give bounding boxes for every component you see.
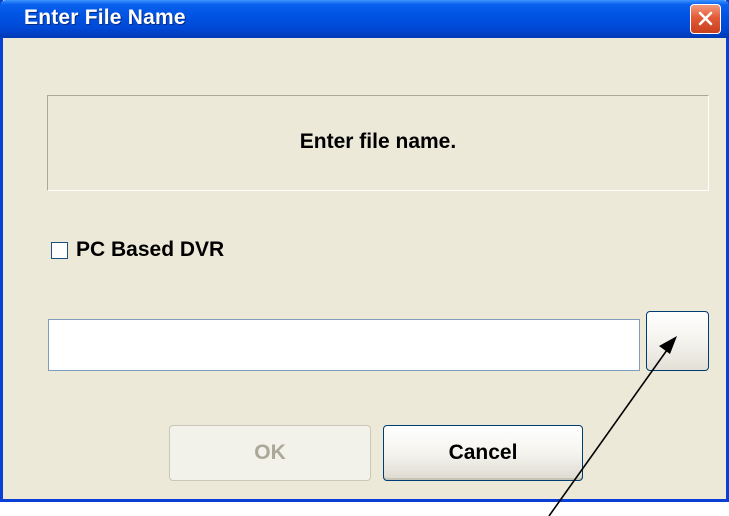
title-bar[interactable]: Enter File Name (0, 0, 729, 38)
close-icon (698, 11, 713, 26)
file-name-input[interactable] (48, 319, 640, 371)
pc-based-dvr-label: PC Based DVR (76, 238, 225, 261)
pc-based-dvr-checkbox[interactable] (51, 241, 68, 259)
close-button[interactable] (690, 4, 721, 34)
cancel-button-label: Cancel (448, 441, 518, 464)
ok-button-label: OK (254, 441, 286, 464)
window-title: Enter File Name (24, 6, 186, 29)
message-panel: Enter file name. (47, 95, 709, 191)
enter-file-name-dialog: Enter File Name Enter file name. PC Base… (0, 0, 729, 502)
browse-button[interactable] (646, 311, 709, 371)
ok-button[interactable]: OK (169, 425, 371, 481)
pc-based-dvr-option[interactable]: PC Based DVR (51, 236, 224, 264)
message-text: Enter file name. (299, 130, 457, 153)
cancel-button[interactable]: Cancel (383, 425, 583, 481)
